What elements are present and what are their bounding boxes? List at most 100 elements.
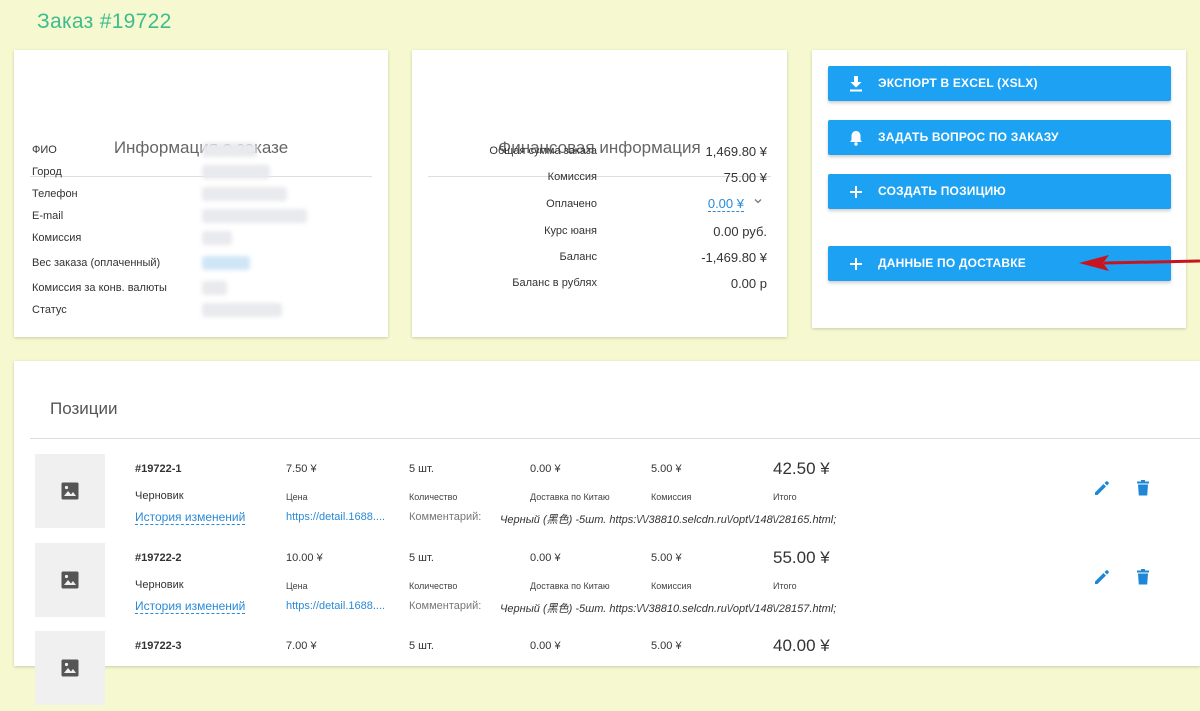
price-label: Цена (286, 492, 308, 502)
fin-value-paid[interactable]: 0.00 ¥ (707, 196, 744, 212)
fin-value-paid-wrapper[interactable]: 0.00 ¥ (707, 196, 744, 212)
product-url-link[interactable]: https://detail.1688.... (286, 511, 385, 523)
fin-label-balance: Баланс (559, 251, 597, 263)
export-excel-button[interactable]: ЭКСПОРТ В EXCEL (XSLX) (828, 66, 1171, 101)
export-excel-label: ЭКСПОРТ В EXCEL (XSLX) (878, 76, 1038, 90)
position-total: 42.50 ¥ (773, 459, 830, 478)
order-info-title: Информация о заказе (113, 138, 289, 157)
download-icon (848, 66, 864, 101)
history-link[interactable]: История изменений (135, 510, 246, 525)
position-id: #19722-1 (135, 463, 182, 475)
comment-label: Комментарий: (409, 600, 482, 612)
info-value-phone-redacted (202, 187, 287, 201)
position-id: #19722-2 (135, 552, 182, 564)
create-position-button[interactable]: СОЗДАТЬ ПОЗИЦИЮ (828, 174, 1171, 209)
fin-label-rate: Курс юаня (544, 225, 597, 237)
info-value-email-redacted (202, 209, 307, 223)
fin-value-balance-rub: 0.00 р (730, 276, 767, 291)
position-total: 40.00 ¥ (773, 636, 830, 655)
delivery-label: Доставка по Китаю (530, 492, 610, 502)
comment-text: Черный (黑色) -5шт. https:\/\/38810.selcdn… (500, 603, 837, 615)
position-thumbnail[interactable] (35, 543, 105, 617)
fin-value-rate: 0.00 руб. (713, 224, 767, 239)
product-url-link[interactable]: https://detail.1688.... (286, 600, 385, 612)
create-position-label: СОЗДАТЬ ПОЗИЦИЮ (878, 184, 1006, 198)
position-total: 55.00 ¥ (773, 548, 830, 567)
fin-value-balance: -1,469.80 ¥ (701, 250, 767, 265)
position-row: #19722-2 Черновик 10.00 ¥ Цена 5 шт. Кол… (14, 543, 1200, 623)
commission-label: Комиссия (651, 492, 692, 502)
info-label-city: Город (32, 166, 62, 178)
ask-question-button[interactable]: ЗАДАТЬ ВОПРОС ПО ЗАКАЗУ (828, 120, 1171, 155)
image-placeholder-icon (61, 482, 79, 500)
fin-label-paid: Оплачено (546, 198, 597, 210)
position-thumbnail[interactable] (35, 454, 105, 528)
fin-value-total: 1,469.80 ¥ (705, 144, 767, 159)
info-label-phone: Телефон (32, 188, 78, 200)
price-label: Цена (286, 581, 308, 591)
position-delivery: 0.00 ¥ (530, 552, 561, 564)
position-row: #19722-3 7.00 ¥ 5 шт. 0.00 ¥ 5.00 ¥ 40.0… (14, 631, 1200, 711)
actions-card: ЭКСПОРТ В EXCEL (XSLX) ЗАДАТЬ ВОПРОС ПО … (812, 50, 1186, 328)
fin-label-balance-rub: Баланс в рублях (512, 277, 597, 289)
trash-icon[interactable] (1133, 478, 1153, 498)
info-value-city-redacted (202, 165, 270, 179)
plus-icon (848, 174, 864, 209)
info-value-commission-redacted (202, 231, 232, 245)
plus-icon (848, 246, 864, 281)
position-price: 10.00 ¥ (286, 552, 323, 564)
image-placeholder-icon (61, 659, 79, 677)
position-commission: 5.00 ¥ (651, 463, 682, 475)
annotation-arrow-icon (1079, 255, 1200, 271)
position-thumbnail[interactable] (35, 631, 105, 705)
fin-label-commission: Комиссия (547, 171, 597, 183)
info-value-status-redacted (202, 303, 282, 317)
position-qty: 5 шт. (409, 552, 434, 564)
info-value-fio-redacted (202, 143, 257, 157)
info-label-commission: Комиссия (32, 232, 82, 244)
finance-info-card: Финансовая информация Общая сумма заказа… (412, 50, 787, 337)
info-label-weight: Вес заказа (оплаченный) (32, 257, 161, 269)
info-value-weight-redacted[interactable] (202, 256, 250, 270)
position-commission: 5.00 ¥ (651, 552, 682, 564)
fin-value-commission: 75.00 ¥ (723, 170, 767, 185)
ask-question-label: ЗАДАТЬ ВОПРОС ПО ЗАКАЗУ (878, 130, 1059, 144)
positions-card: Позиции #19722-1 Черновик 7.50 ¥ Цена 5 … (14, 361, 1200, 705)
info-label-fio: ФИО (32, 144, 57, 156)
delivery-label: Доставка по Китаю (530, 581, 610, 591)
position-delivery: 0.00 ¥ (530, 640, 561, 652)
divider (30, 438, 1200, 439)
position-row: #19722-1 Черновик 7.50 ¥ Цена 5 шт. Коли… (14, 454, 1200, 534)
commission-label: Комиссия (651, 581, 692, 591)
bell-icon (848, 120, 864, 155)
position-price: 7.00 ¥ (286, 640, 317, 652)
position-status: Черновик (135, 490, 184, 502)
position-qty: 5 шт. (409, 640, 434, 652)
position-id: #19722-3 (135, 640, 182, 652)
total-label: Итого (773, 492, 797, 502)
qty-label: Количество (409, 581, 458, 591)
total-label: Итого (773, 581, 797, 591)
info-label-status: Статус (32, 304, 67, 316)
edit-pencil-icon[interactable] (1092, 478, 1112, 498)
divider (428, 176, 771, 177)
position-delivery: 0.00 ¥ (530, 463, 561, 475)
image-placeholder-icon (61, 571, 79, 589)
chevron-down-icon[interactable] (753, 196, 763, 209)
qty-label: Количество (409, 492, 458, 502)
position-status: Черновик (135, 579, 184, 591)
order-info-card: Информация о заказе ФИО Город Телефон E-… (14, 50, 388, 337)
info-label-email: E-mail (32, 210, 64, 222)
position-qty: 5 шт. (409, 463, 434, 475)
comment-text: Черный (黑色) -5шт. https:\/\/38810.selcdn… (500, 514, 837, 526)
info-value-conv-commission-redacted (202, 281, 227, 295)
positions-heading: Позиции (50, 399, 118, 418)
edit-pencil-icon[interactable] (1092, 567, 1112, 587)
fin-label-total: Общая сумма заказа (489, 145, 597, 157)
page-title: Заказ #19722 (37, 10, 172, 33)
comment-label: Комментарий: (409, 511, 482, 523)
delivery-data-label: ДАННЫЕ ПО ДОСТАВКЕ (878, 256, 1027, 270)
position-price: 7.50 ¥ (286, 463, 317, 475)
history-link[interactable]: История изменений (135, 599, 246, 614)
trash-icon[interactable] (1133, 567, 1153, 587)
